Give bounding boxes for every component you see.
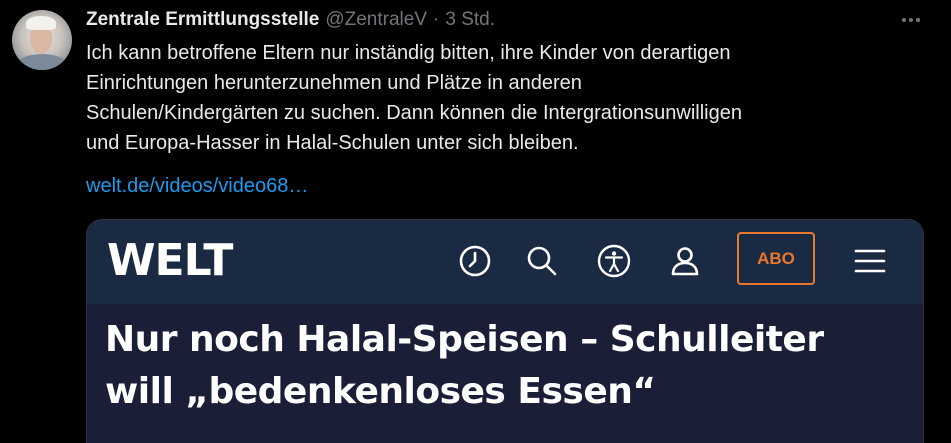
- tweet-time[interactable]: 3 Std.: [445, 9, 495, 31]
- more-horizontal-icon[interactable]: [896, 8, 926, 32]
- header-separator: ·: [433, 9, 440, 30]
- link-preview-card[interactable]: WELT ABO Nur noch Halal-Speisen – Schull…: [86, 219, 924, 443]
- tweet-text-line: und Europa-Hasser in Halal-Schulen unter…: [86, 132, 579, 154]
- accessibility-icon[interactable]: [595, 242, 633, 280]
- headline-line: Nur noch Halal-Speisen – Schulleiter: [105, 319, 824, 360]
- author-name[interactable]: Zentrale Ermittlungsstelle: [86, 9, 319, 31]
- search-icon[interactable]: [523, 242, 561, 280]
- headline-line: will „bedenkenloses Essen“: [105, 371, 656, 412]
- user-icon[interactable]: [666, 242, 704, 280]
- tweet-text-line: Ich kann betroffene Eltern nur inständig…: [86, 42, 731, 64]
- avatar-shoulder: [16, 54, 68, 70]
- tweet-text-line: Schulen/Kindergärten zu suchen. Dann kön…: [86, 102, 742, 124]
- tweet-link[interactable]: welt.de/videos/video68…: [86, 171, 308, 201]
- welt-logo: WELT: [107, 235, 233, 286]
- avatar-cap: [26, 16, 56, 30]
- welt-header-bar: WELT ABO: [87, 220, 923, 304]
- avatar[interactable]: [12, 10, 72, 70]
- clock-icon[interactable]: [456, 242, 494, 280]
- abo-button[interactable]: ABO: [737, 232, 815, 285]
- tweet-header: Zentrale Ermittlungsstelle @ZentraleV · …: [86, 8, 495, 32]
- author-handle[interactable]: @ZentraleV: [325, 9, 427, 31]
- tweet-text: Ich kann betroffene Eltern nur inständig…: [86, 38, 936, 158]
- menu-icon[interactable]: [851, 242, 889, 280]
- article-headline[interactable]: Nur noch Halal-Speisen – Schulleiter wil…: [105, 314, 915, 418]
- tweet-text-line: Einrichtungen herunterzunehmen und Plätz…: [86, 72, 582, 94]
